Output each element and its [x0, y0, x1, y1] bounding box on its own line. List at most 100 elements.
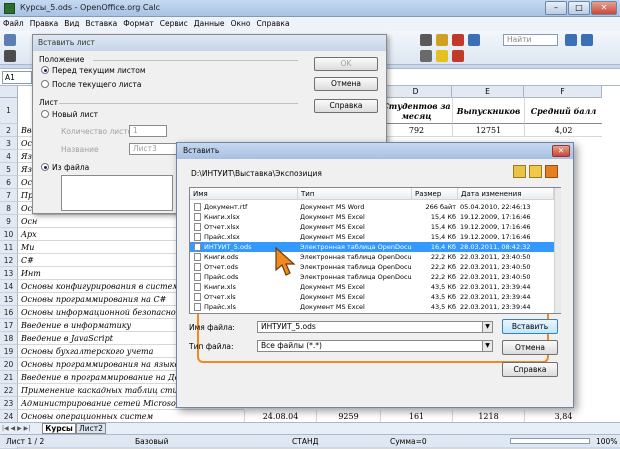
file-row[interactable]: Прайс.ods Электронная таблица OpenDocu 22,… [190, 272, 554, 282]
menu-window[interactable]: Окно [228, 17, 254, 31]
name-box[interactable]: A1 [2, 71, 32, 84]
maximize-button[interactable]: □ [568, 1, 590, 15]
font-color-icon[interactable] [452, 50, 464, 62]
menu-tools[interactable]: Сервис [157, 17, 191, 31]
zoom-slider[interactable] [510, 438, 590, 444]
row-header[interactable]: 10 [0, 228, 18, 241]
sheet-tab-sheet2[interactable]: Лист2 [76, 423, 106, 434]
minimize-button[interactable]: – [545, 1, 567, 15]
col-size-header[interactable]: Размер [412, 188, 458, 200]
menu-view[interactable]: Вид [61, 17, 82, 31]
row-header[interactable]: 11 [0, 241, 18, 254]
data-cell[interactable]: 12751 [452, 124, 524, 137]
row-header[interactable]: 8 [0, 202, 18, 215]
find-input[interactable]: Найти [503, 34, 558, 46]
home-folder-icon[interactable] [545, 165, 558, 178]
row-header[interactable]: 21 [0, 371, 18, 384]
filename-input[interactable]: ИНТУИТ_5.ods [257, 321, 493, 333]
menu-help[interactable]: Справка [254, 17, 293, 31]
ok-button[interactable]: OK [314, 57, 378, 71]
col-date-header[interactable]: Дата изменения [458, 188, 554, 200]
dialog-help-button[interactable]: Справка [502, 362, 558, 377]
radio-new-sheet[interactable]: Новый лист [41, 110, 98, 119]
header-students[interactable]: Студентов за месяц [380, 98, 452, 124]
row-header[interactable]: 19 [0, 345, 18, 358]
file-row[interactable]: Отчет.ods Электронная таблица OpenDocu 22,… [190, 262, 554, 272]
menu-insert[interactable]: Вставка [83, 17, 121, 31]
dialog-close-button[interactable]: ✕ [552, 145, 570, 157]
row-header[interactable]: 16 [0, 306, 18, 319]
data-cell[interactable]: 4,02 [524, 124, 602, 137]
radio-before-icon[interactable] [41, 66, 49, 74]
file-list[interactable]: Имя Тип Размер Дата изменения Документ.r… [189, 187, 561, 314]
find-icon[interactable] [420, 34, 432, 46]
row-header[interactable]: 3 [0, 137, 18, 150]
insert-button[interactable]: Вставить [502, 319, 558, 334]
filetype-dropdown-arrow[interactable]: ▼ [482, 340, 493, 352]
status-mode[interactable]: СТАНД [292, 437, 318, 446]
file-row[interactable]: Документ.rtf Документ MS Word 266 байт 05.0… [190, 202, 554, 212]
data-cell[interactable]: 792 [380, 124, 452, 137]
column-header-f[interactable]: F [524, 86, 602, 98]
new-folder-icon[interactable] [529, 165, 542, 178]
menu-format[interactable]: Формат [120, 17, 156, 31]
file-list-scrollbar[interactable] [554, 188, 561, 313]
radio-before-current[interactable]: Перед текущим листом [41, 66, 146, 75]
find-prev-icon[interactable] [581, 34, 593, 46]
radio-after-icon[interactable] [41, 80, 49, 88]
row-header[interactable]: 23 [0, 397, 18, 410]
select-all-corner[interactable] [0, 86, 18, 98]
help-button[interactable]: Справка [314, 99, 378, 113]
row-header[interactable]: 1 [0, 98, 18, 124]
file-row[interactable]: Прайс.xls Документ MS Excel 43,5 Кб 22.03.2… [190, 302, 554, 312]
highlight-icon[interactable] [436, 50, 448, 62]
file-row[interactable]: ИНТУИТ_5.ods Электронная таблица OpenDocu… [190, 242, 554, 252]
cancel-button[interactable]: Отмена [314, 77, 378, 91]
header-average[interactable]: Средний балл [524, 98, 602, 124]
name-field[interactable]: Лист3 [129, 143, 177, 155]
col-type-header[interactable]: Тип [298, 188, 412, 200]
row-header[interactable]: 6 [0, 176, 18, 189]
bold-icon[interactable] [4, 50, 16, 62]
row-header[interactable]: 9 [0, 215, 18, 228]
menu-edit[interactable]: Правка [27, 17, 62, 31]
radio-after-current[interactable]: После текущего листа [41, 80, 141, 89]
row-header[interactable]: 7 [0, 189, 18, 202]
row-header[interactable]: 20 [0, 358, 18, 371]
navigator-icon[interactable] [452, 34, 464, 46]
dialog-cancel-button[interactable]: Отмена [502, 340, 558, 355]
file-row[interactable]: Отчет.xlsx Документ MS Excel 15,4 Кб 19.12.… [190, 222, 554, 232]
status-zoom[interactable]: 100% [596, 437, 617, 446]
help-icon[interactable] [468, 34, 480, 46]
close-button[interactable]: ✕ [591, 1, 617, 15]
file-row[interactable]: Отчет.xls Документ MS Excel 43,5 Кб 22.03.2… [190, 292, 554, 302]
row-header[interactable]: 4 [0, 150, 18, 163]
new-document-icon[interactable] [4, 34, 16, 46]
gallery-icon[interactable] [436, 34, 448, 46]
row-header[interactable]: 12 [0, 254, 18, 267]
menu-data[interactable]: Данные [191, 17, 228, 31]
radio-new-icon[interactable] [41, 110, 49, 118]
count-stepper[interactable]: 1 [129, 125, 167, 137]
borders-icon[interactable] [420, 50, 432, 62]
find-next-icon[interactable] [565, 34, 577, 46]
header-graduates[interactable]: Выпускников [452, 98, 524, 124]
folder-up-icon[interactable] [513, 165, 526, 178]
row-header[interactable]: 14 [0, 280, 18, 293]
row-header[interactable]: 5 [0, 163, 18, 176]
column-header-e[interactable]: E [452, 86, 524, 98]
row-header[interactable]: 15 [0, 293, 18, 306]
row-header[interactable]: 18 [0, 332, 18, 345]
col-name-header[interactable]: Имя [190, 188, 298, 200]
radio-from-file-icon[interactable] [41, 163, 49, 171]
sheets-from-file-list[interactable] [61, 175, 173, 211]
file-row[interactable]: Книги.xlsx Документ MS Excel 15,4 Кб 19.12.… [190, 212, 554, 222]
row-header[interactable]: 17 [0, 319, 18, 332]
row-header[interactable]: 13 [0, 267, 18, 280]
file-row[interactable]: Прайс.xlsx Документ MS Excel 15,4 Кб 19.12.… [190, 232, 554, 242]
file-row[interactable]: Книги.xls Документ MS Excel 43,5 Кб 22.03.2… [190, 282, 554, 292]
filetype-select[interactable]: Все файлы (*.*) [257, 340, 493, 352]
filename-dropdown-arrow[interactable]: ▼ [482, 321, 493, 333]
file-row[interactable]: Книги.ods Электронная таблица OpenDocu 22,… [190, 252, 554, 262]
row-header[interactable]: 2 [0, 124, 18, 137]
